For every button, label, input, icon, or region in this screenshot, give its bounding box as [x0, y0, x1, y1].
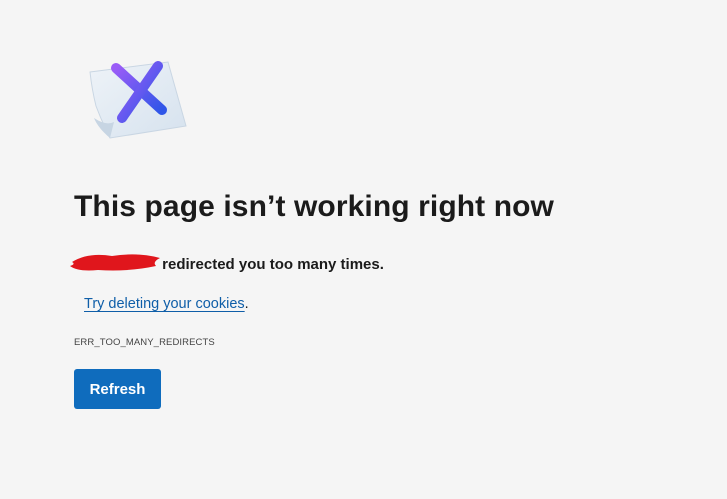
page-title: This page isn’t working right now: [74, 190, 554, 223]
suggestion: Try deleting your cookies.: [84, 296, 249, 312]
error-code: ERR_TOO_MANY_REDIRECTS: [74, 337, 215, 348]
suggestion-suffix: .: [244, 296, 249, 312]
error-message: redirected you too many times.: [70, 254, 384, 273]
error-x-note-icon: [84, 56, 194, 146]
refresh-button[interactable]: Refresh: [74, 369, 161, 409]
delete-cookies-link[interactable]: Try deleting your cookies: [84, 296, 245, 312]
error-message-text: redirected you too many times.: [162, 256, 384, 273]
redacted-hostname: [70, 254, 160, 272]
